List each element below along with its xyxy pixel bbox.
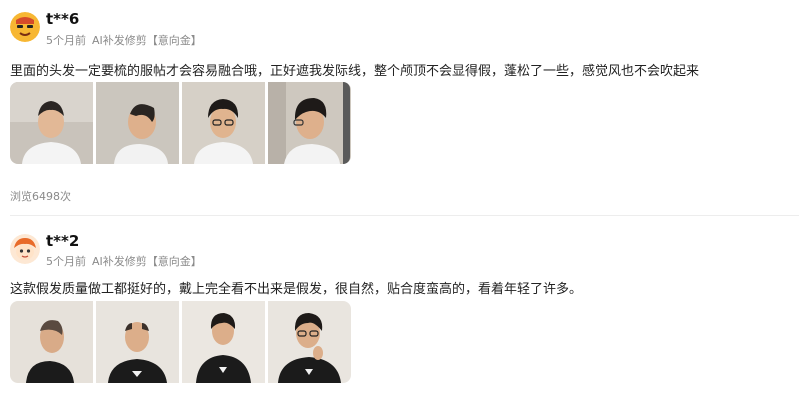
divider xyxy=(10,215,799,216)
review-photo[interactable] xyxy=(10,82,93,164)
service-name: AI补发修剪 xyxy=(92,255,147,268)
review-photo[interactable] xyxy=(268,82,351,164)
review-text: 里面的头发一定要梳的服帖才会容易融合哦，正好遮我发际线，整个颅顶不会显得假，蓬松… xyxy=(10,64,700,79)
review-card: t**2 5个月前 AI补发修剪【意向金】 这款假发质量做工都挺好的，戴上完全看不… xyxy=(0,228,799,396)
review-time: 5个月前 xyxy=(46,255,86,268)
service-name: AI补发修剪 xyxy=(92,34,147,47)
avatar[interactable] xyxy=(10,234,40,264)
more-photos-edge xyxy=(343,82,350,164)
avatar[interactable] xyxy=(10,12,40,42)
service-tag: 【意向金】 xyxy=(146,34,202,47)
review-photo[interactable] xyxy=(96,82,179,164)
review-time: 5个月前 xyxy=(46,34,86,47)
photo-gallery xyxy=(10,301,351,383)
review-meta: 5个月前 AI补发修剪【意向金】 xyxy=(46,253,208,269)
photo-gallery xyxy=(10,82,351,164)
view-count: 浏览6498次 xyxy=(10,190,71,203)
review-photo[interactable] xyxy=(182,82,265,164)
cartoon-avatar-icon xyxy=(10,234,40,264)
review-photo[interactable] xyxy=(10,301,93,383)
username[interactable]: t**2 xyxy=(46,232,79,250)
service-tag: 【意向金】 xyxy=(146,255,202,268)
username[interactable]: t**6 xyxy=(46,10,79,28)
review-text: 这款假发质量做工都挺好的，戴上完全看不出来是假发，很自然，贴合度蛮高的，看着年轻… xyxy=(10,282,583,297)
review-photo[interactable] xyxy=(268,301,351,383)
cartoon-avatar-icon xyxy=(10,12,40,42)
review-photo[interactable] xyxy=(182,301,265,383)
review-photo[interactable] xyxy=(96,301,179,383)
review-meta: 5个月前 AI补发修剪【意向金】 xyxy=(46,32,208,48)
review-card: t**6 5个月前 AI补发修剪【意向金】 里面的头发一定要梳的服帖才会容易融合哦… xyxy=(0,0,799,216)
